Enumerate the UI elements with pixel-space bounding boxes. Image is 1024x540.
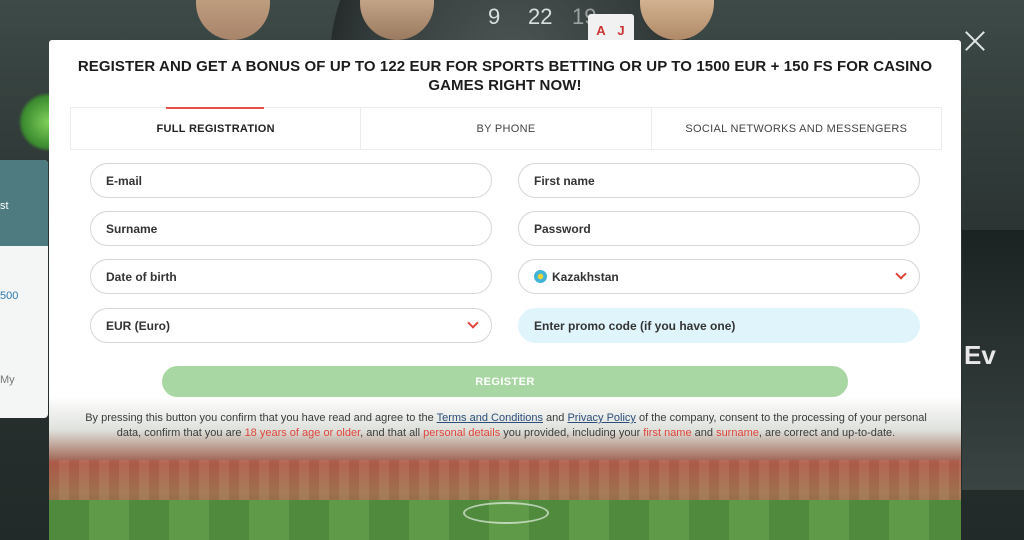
roulette-number: 22 (528, 4, 553, 29)
dealer-image (196, 0, 270, 40)
legal-text: and (543, 412, 568, 424)
age-highlight: 18 years of age or older (244, 427, 361, 439)
tab-by-phone[interactable]: BY PHONE (361, 108, 652, 149)
legal-text: , are correct and up-to-date. (758, 427, 896, 439)
kazakhstan-flag-icon (534, 270, 547, 283)
surname-field[interactable]: Surname (90, 211, 492, 246)
tab-social-networks[interactable]: SOCIAL NETWORKS AND MESSENGERS (652, 108, 941, 149)
side-panel-header: st (0, 160, 48, 246)
date-of-birth-placeholder: Date of birth (106, 269, 177, 284)
register-button[interactable]: REGISTER (162, 366, 848, 397)
registration-form: E-mail First name Surname Password Date … (70, 150, 942, 510)
tab-full-registration[interactable]: FULL REGISTRATION (71, 107, 362, 149)
email-field[interactable]: E-mail (90, 163, 492, 198)
registration-tabs: FULL REGISTRATION BY PHONE SOCIAL NETWOR… (70, 107, 942, 150)
roulette-number: 9 (488, 4, 501, 29)
side-panel: st 500 My (0, 160, 48, 418)
chevron-down-icon (467, 317, 479, 329)
side-panel-text: st (0, 200, 9, 212)
registration-modal: REGISTER AND GET A BONUS OF UP TO 122 EU… (49, 40, 961, 540)
promo-code-placeholder: Enter promo code (if you have one) (534, 318, 736, 333)
legal-text: By pressing this button you confirm that… (85, 412, 437, 424)
password-placeholder: Password (534, 221, 591, 236)
privacy-policy-link[interactable]: Privacy Policy (567, 412, 635, 424)
first-name-highlight: first name (643, 427, 692, 439)
currency-value: EUR (Euro) (106, 318, 170, 333)
date-of-birth-field[interactable]: Date of birth (90, 259, 492, 294)
country-value: Kazakhstan (552, 269, 619, 284)
provider-logo: Ev (964, 340, 996, 370)
currency-select[interactable]: EUR (Euro) (90, 308, 492, 343)
legal-text: you provided, including your (500, 427, 644, 439)
side-panel-link[interactable]: 500 (0, 290, 48, 302)
chevron-down-icon (895, 268, 907, 280)
terms-link[interactable]: Terms and Conditions (437, 412, 543, 424)
personal-details-highlight: personal details (423, 427, 501, 439)
side-panel-text: My (0, 374, 15, 386)
legal-text: , and that all (360, 427, 424, 439)
modal-title: REGISTER AND GET A BONUS OF UP TO 122 EU… (77, 58, 933, 94)
email-placeholder: E-mail (106, 173, 143, 188)
promo-code-field[interactable]: Enter promo code (if you have one) (518, 308, 920, 343)
first-name-field[interactable]: First name (518, 163, 920, 198)
surname-highlight: surname (716, 427, 759, 439)
legal-text: and (691, 427, 717, 439)
surname-placeholder: Surname (106, 221, 158, 236)
legal-disclaimer: By pressing this button you confirm that… (85, 411, 927, 441)
first-name-placeholder: First name (534, 173, 595, 188)
country-select[interactable]: Kazakhstan (518, 259, 920, 294)
close-icon[interactable] (964, 30, 986, 52)
password-field[interactable]: Password (518, 211, 920, 246)
